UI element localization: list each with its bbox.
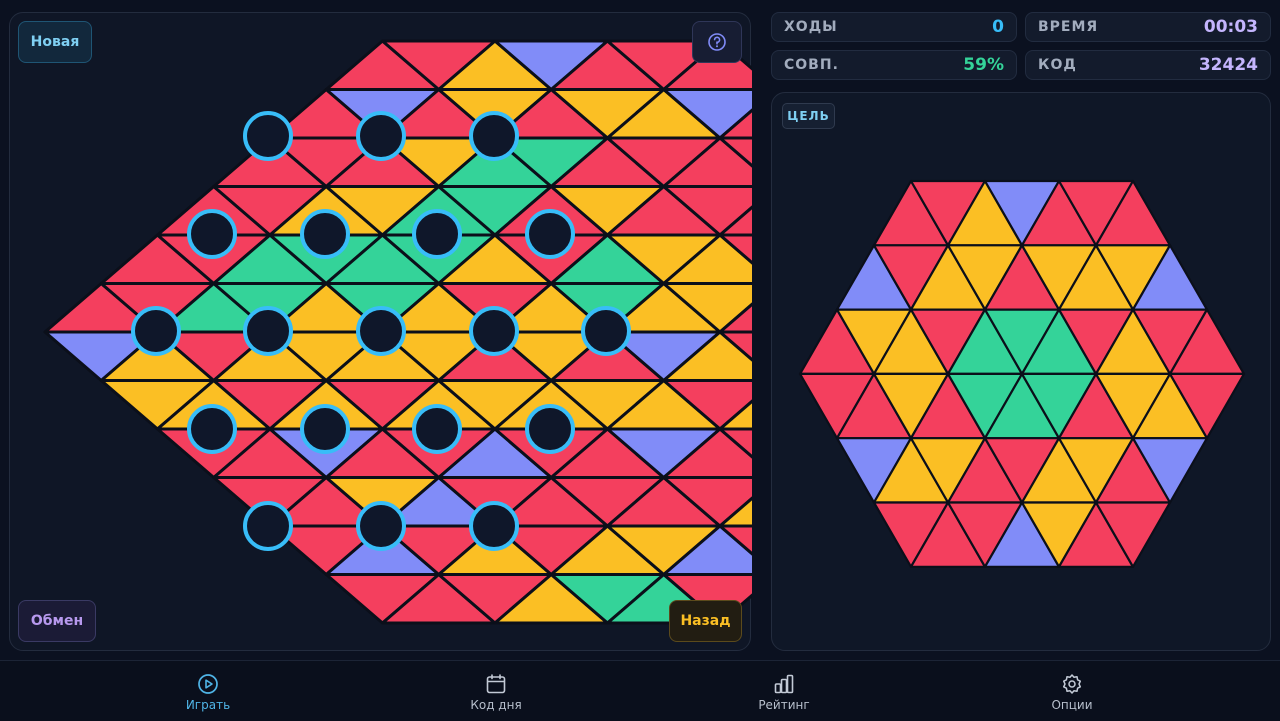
nav-item-play[interactable]: Играть bbox=[128, 661, 288, 721]
pivot-node[interactable] bbox=[412, 209, 462, 259]
pivot-node[interactable] bbox=[469, 501, 519, 551]
target-pattern bbox=[798, 179, 1246, 568]
puzzle-board-panel bbox=[9, 12, 752, 652]
code-value: 32424 bbox=[1198, 55, 1258, 75]
calendar-icon bbox=[486, 674, 506, 694]
pivot-node[interactable] bbox=[525, 209, 575, 259]
pivot-node[interactable] bbox=[131, 306, 181, 356]
pivot-node[interactable] bbox=[187, 404, 237, 454]
target-badge: ЦЕЛЬ bbox=[782, 103, 835, 129]
bar-chart-icon bbox=[774, 674, 794, 694]
pivot-node[interactable] bbox=[243, 306, 293, 356]
gear-icon bbox=[1062, 674, 1082, 694]
pivot-node[interactable] bbox=[469, 306, 519, 356]
code-label: КОД bbox=[1038, 57, 1077, 73]
target-panel bbox=[771, 92, 1271, 651]
nav-label-daily: Код дня bbox=[470, 698, 522, 712]
time-value: 00:03 bbox=[1203, 17, 1258, 37]
help-button[interactable] bbox=[692, 21, 742, 63]
pivot-node[interactable] bbox=[356, 111, 406, 161]
pivot-node[interactable] bbox=[356, 501, 406, 551]
nav-label-rating: Рейтинг bbox=[758, 698, 810, 712]
match-label: СОВП. bbox=[784, 57, 839, 73]
moves-label: ХОДЫ bbox=[784, 19, 838, 35]
swap-button[interactable]: Обмен bbox=[18, 600, 96, 642]
moves-stat: ХОДЫ 0 bbox=[771, 12, 1017, 42]
new-game-button[interactable]: Новая bbox=[18, 21, 92, 63]
pivot-node[interactable] bbox=[243, 111, 293, 161]
pivot-node[interactable] bbox=[525, 404, 575, 454]
pivot-node[interactable] bbox=[412, 404, 462, 454]
pivot-node[interactable] bbox=[243, 501, 293, 551]
time-label: ВРЕМЯ bbox=[1038, 19, 1099, 35]
puzzle-board[interactable] bbox=[10, 13, 752, 652]
pivot-node[interactable] bbox=[300, 209, 350, 259]
nav-label-play: Играть bbox=[185, 698, 231, 712]
nav-item-options[interactable]: Опции bbox=[992, 661, 1152, 721]
match-value: 59% bbox=[963, 55, 1004, 75]
bottom-nav: Играть Код дня Рейтинг Опции bbox=[0, 660, 1280, 721]
pivot-node[interactable] bbox=[469, 111, 519, 161]
time-stat: ВРЕМЯ 00:03 bbox=[1025, 12, 1271, 42]
undo-button[interactable]: Назад bbox=[669, 600, 742, 642]
code-stat: КОД 32424 bbox=[1025, 50, 1271, 80]
pivot-node[interactable] bbox=[581, 306, 631, 356]
match-stat: СОВП. 59% bbox=[771, 50, 1017, 80]
moves-value: 0 bbox=[992, 17, 1004, 37]
play-circle-icon bbox=[198, 674, 218, 694]
pivot-node[interactable] bbox=[300, 404, 350, 454]
nav-label-options: Опции bbox=[1051, 698, 1093, 712]
pivot-node[interactable] bbox=[187, 209, 237, 259]
question-circle-icon bbox=[708, 33, 726, 51]
pivot-node[interactable] bbox=[356, 306, 406, 356]
nav-item-rating[interactable]: Рейтинг bbox=[704, 661, 864, 721]
nav-item-daily[interactable]: Код дня bbox=[416, 661, 576, 721]
